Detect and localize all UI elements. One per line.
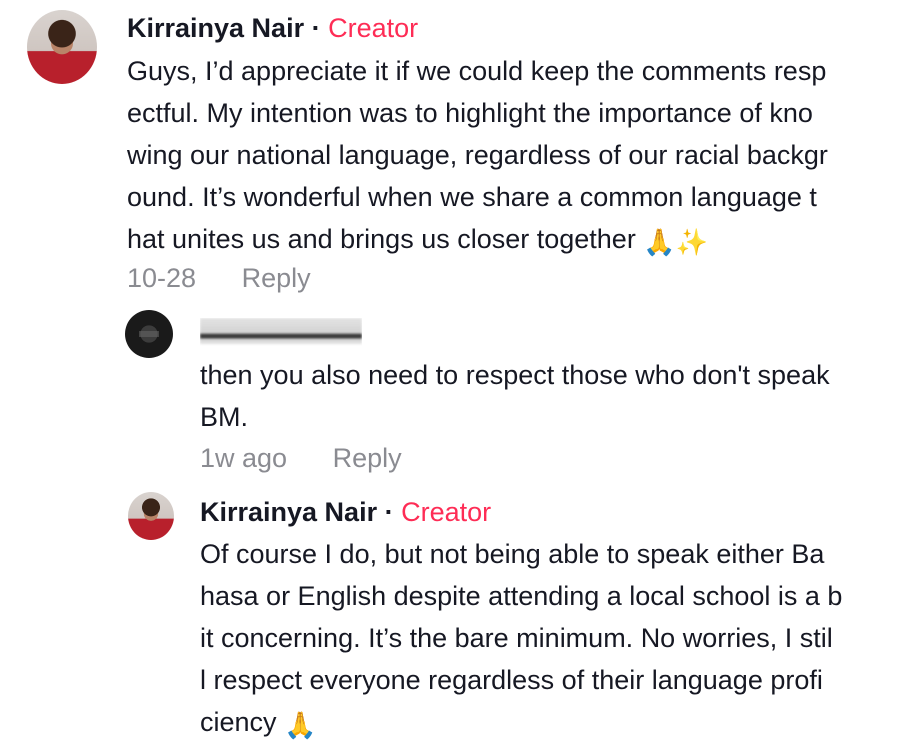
comment-1: Kirrainya Nair · Creator Guys, I’d appre…	[0, 0, 900, 300]
avatar[interactable]	[128, 492, 174, 540]
comment-timestamp: 10-28	[127, 263, 197, 293]
reply-comment-1: then you also need to respect those who …	[0, 300, 900, 490]
comment-meta: 1w ago Reply	[200, 441, 402, 475]
comment-author-line: Kirrainya Nair · Creator	[200, 495, 491, 529]
comment-text-line-last: ciency 🙏	[200, 701, 842, 747]
comment-text: then you also need to respect those who …	[200, 354, 830, 438]
comment-text-line: Of course I do, but not being able to sp…	[200, 539, 825, 569]
creator-badge: Creator	[401, 497, 492, 527]
comment-author-line: Kirrainya Nair · Creator	[127, 11, 418, 45]
separator-dot: ·	[384, 497, 394, 527]
praying-hands-icon: 🙏	[643, 228, 676, 258]
avatar[interactable]	[27, 10, 97, 84]
comment-text-line: ectful. My intention was to highlight th…	[127, 98, 813, 128]
comment-text-line: Guys, I’d appreciate it if we could keep…	[127, 56, 827, 86]
comment-text-line: BM.	[200, 402, 249, 432]
reply-comment-2: Kirrainya Nair · Creator Of course I do,…	[0, 490, 900, 751]
comment-text-line: wing our national language, regardless o…	[127, 140, 828, 170]
comment-text-line-last: hat unites us and brings us closer toget…	[127, 218, 828, 264]
comment-text: Guys, I’d appreciate it if we could keep…	[127, 50, 828, 264]
comment-text-segment: hat unites us and brings us closer toget…	[127, 224, 636, 254]
comment-text: Of course I do, but not being able to sp…	[200, 533, 842, 747]
author-name[interactable]: Kirrainya Nair	[127, 13, 304, 43]
comment-text-line: then you also need to respect those who …	[200, 360, 830, 390]
reply-button[interactable]: Reply	[333, 443, 402, 473]
avatar[interactable]	[125, 310, 173, 358]
sparkles-icon: ✨	[675, 228, 709, 258]
comment-text-line: it concerning. It’s the bare minimum. No…	[200, 623, 833, 653]
comment-text-line: hasa or English despite attending a loca…	[200, 581, 843, 611]
creator-badge: Creator	[328, 13, 419, 43]
comment-meta: 10-28 Reply	[127, 261, 311, 295]
comment-text-line: ound. It’s wonderful when we share a com…	[127, 182, 817, 212]
author-name-redacted	[200, 318, 362, 346]
author-name[interactable]: Kirrainya Nair	[200, 497, 377, 527]
comment-text-line: l respect everyone regardless of their l…	[200, 665, 823, 695]
separator-dot: ·	[311, 13, 321, 43]
reply-button[interactable]: Reply	[242, 263, 311, 293]
praying-hands-icon: 🙏	[284, 711, 317, 741]
redaction-blur	[200, 318, 362, 344]
comment-text-segment: ciency	[200, 707, 277, 737]
comment-timestamp: 1w ago	[200, 443, 288, 473]
